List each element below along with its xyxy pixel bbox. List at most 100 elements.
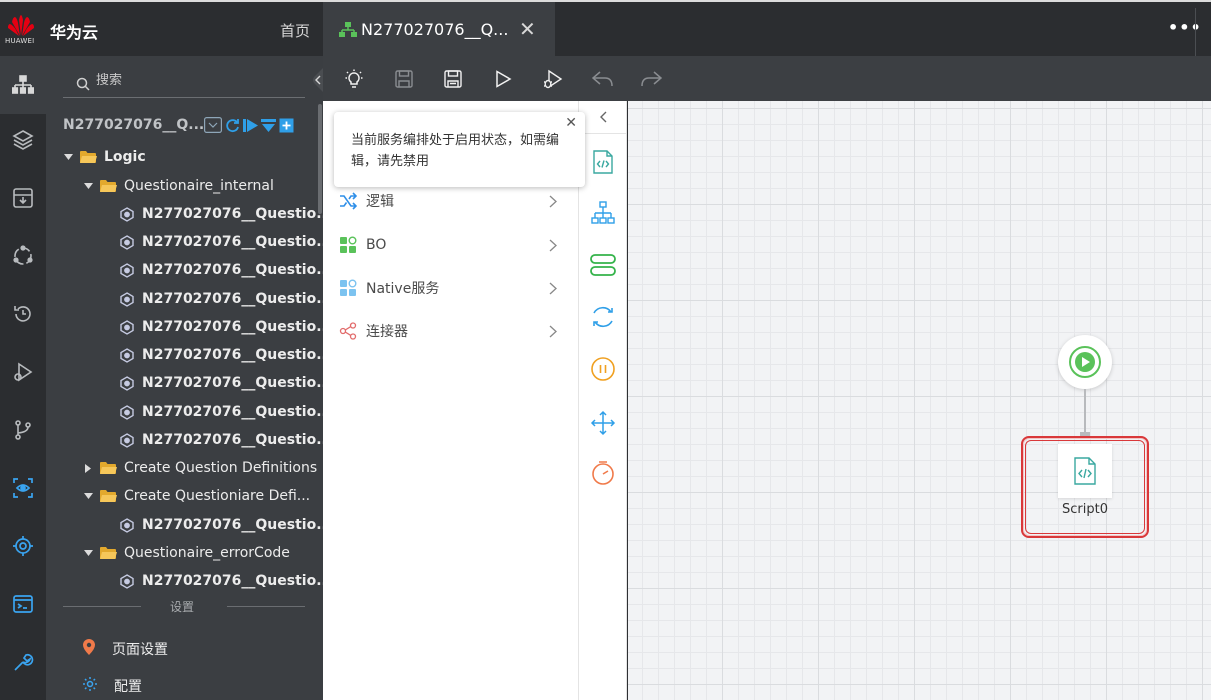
node-strip: [579, 101, 627, 700]
tree-item-flow[interactable]: N277027076__Questio...: [120, 569, 332, 593]
debug-icon[interactable]: [542, 68, 564, 90]
gear-icon: [82, 676, 98, 696]
tree-item-flow[interactable]: N277027076__Questio...: [120, 315, 332, 339]
inbox-download-icon[interactable]: [0, 169, 46, 227]
search-input[interactable]: [96, 73, 296, 88]
home-link[interactable]: 首页: [280, 20, 310, 41]
script-node-label: Script0: [1062, 502, 1108, 517]
caret-down-icon[interactable]: [62, 154, 74, 160]
run-icon[interactable]: [492, 68, 514, 90]
org-tree-icon[interactable]: [590, 200, 616, 226]
flow-hex-icon: [120, 234, 134, 250]
redo-icon[interactable]: [640, 68, 662, 90]
caret-right-icon[interactable]: [82, 463, 94, 473]
add-icon[interactable]: [279, 118, 294, 133]
target-icon[interactable]: [0, 517, 46, 575]
save-as-icon[interactable]: [442, 68, 464, 90]
caret-down-icon[interactable]: [82, 550, 94, 556]
native-blocks-icon: [339, 279, 357, 297]
tooltip-text: 当前服务编排处于启用状态，如需编辑，请先禁用: [351, 133, 560, 169]
script-icon[interactable]: [590, 149, 616, 175]
tree-row-label: N277027076__Questio...: [142, 375, 333, 391]
tree-row-label: N277027076__Questio...: [142, 517, 333, 533]
settings-divider-label: 设置: [170, 600, 195, 614]
lightbulb-icon[interactable]: [343, 68, 365, 90]
tree-item-flow[interactable]: N277027076__Questio...: [120, 400, 332, 424]
undo-icon[interactable]: [592, 68, 614, 90]
top-divider: [1195, 8, 1196, 56]
more-menu-button[interactable]: •••: [1168, 18, 1202, 37]
tree-folder-questionaire-internal[interactable]: Questionaire_internal: [82, 174, 274, 198]
database-icon[interactable]: [590, 252, 616, 278]
palette-item-label: 连接器: [366, 324, 408, 340]
expand-all-icon[interactable]: [261, 118, 276, 133]
tree-row-label: N277027076__Questio...: [142, 432, 333, 448]
wrench-icon[interactable]: [0, 633, 46, 691]
tree-item-flow[interactable]: N277027076__Questio...: [120, 513, 332, 537]
close-icon[interactable]: ✕: [565, 115, 577, 131]
layers-icon[interactable]: [0, 111, 46, 169]
save-icon[interactable]: [393, 68, 415, 90]
palette-item-native-service[interactable]: Native服务: [339, 277, 561, 299]
tree-item-flow[interactable]: N277027076__Questio...: [120, 343, 332, 367]
collapse-panel-button[interactable]: [311, 68, 323, 92]
sitemap-icon[interactable]: [0, 56, 46, 114]
flow-hex-icon: [120, 432, 134, 448]
chevron-right-icon: [549, 280, 557, 299]
tree-row-label: N277027076__Questio...: [142, 291, 333, 307]
flow-connector[interactable]: [1084, 389, 1086, 435]
tree-item-flow[interactable]: N277027076__Questio...: [120, 230, 332, 254]
tree-row-label: N277027076__Questio...: [142, 347, 333, 363]
tree-row-label: N277027076__Questio...: [142, 206, 333, 222]
tab-flow[interactable]: N277027076__Q... ✕: [323, 2, 555, 58]
eye-scan-icon[interactable]: [0, 459, 46, 517]
tree-row-label: N277027076__Questio...: [142, 573, 333, 589]
tree-folder-questionaire-errorcode[interactable]: Questionaire_errorCode: [82, 541, 290, 565]
cycle-nodes-icon[interactable]: [0, 227, 46, 285]
flow-hex-icon: [120, 375, 134, 391]
script-node[interactable]: [1058, 444, 1112, 498]
collapse-strip-button[interactable]: [579, 101, 627, 134]
run-debug-icon[interactable]: [0, 343, 46, 401]
side-rail: [0, 56, 46, 700]
tree-item-flow[interactable]: N277027076__Questio...: [120, 287, 332, 311]
close-icon[interactable]: ✕: [519, 17, 536, 41]
tree-item-flow[interactable]: N277027076__Questio...: [120, 258, 332, 282]
tree-folder-create-question-definitions[interactable]: Create Question Definitions: [82, 456, 317, 480]
play-circle-icon: [1069, 346, 1101, 378]
loop-icon[interactable]: [590, 304, 616, 330]
shuffle-icon: [339, 192, 357, 210]
play-icon[interactable]: [243, 118, 258, 133]
config-item[interactable]: 配置: [82, 676, 142, 696]
map-pin-icon: [82, 638, 96, 660]
palette-item-bo[interactable]: BO: [339, 234, 561, 256]
tree-folder-create-questioniare-definitions[interactable]: Create Questioniare Defi...: [82, 484, 310, 508]
divider-line: [63, 606, 141, 607]
tree-item-flow[interactable]: N277027076__Questio...: [120, 428, 332, 452]
tree-item-flow[interactable]: N277027076__Questio...: [120, 371, 332, 395]
tree-folder-logic[interactable]: Logic: [62, 145, 146, 169]
caret-down-icon[interactable]: [82, 493, 94, 499]
palette-item-logic[interactable]: 逻辑: [339, 190, 561, 212]
pause-icon[interactable]: [590, 356, 616, 382]
flow-hex-icon: [120, 347, 134, 363]
tree-scrollbar[interactable]: [318, 104, 322, 214]
folder-open-icon: [100, 489, 117, 503]
collapse-icon[interactable]: [204, 117, 222, 133]
tree-item-flow[interactable]: N277027076__Questio...: [120, 202, 332, 226]
palette-item-label: Native服务: [366, 281, 440, 297]
branch-icon[interactable]: [0, 401, 46, 459]
flow-canvas[interactable]: [628, 101, 1211, 700]
timer-icon[interactable]: [590, 460, 616, 486]
refresh-icon[interactable]: [225, 118, 240, 133]
huawei-logo-text: HUAWEI: [5, 37, 35, 45]
start-node[interactable]: [1058, 335, 1112, 389]
chevron-right-icon: [549, 323, 557, 342]
history-icon[interactable]: [0, 285, 46, 343]
tree-row-label: N277027076__Questio...: [142, 404, 333, 420]
terminal-icon[interactable]: [0, 575, 46, 633]
caret-down-icon[interactable]: [82, 183, 94, 189]
palette-item-connector[interactable]: 连接器: [339, 320, 561, 342]
page-settings-item[interactable]: 页面设置: [82, 638, 168, 660]
split-arrows-icon[interactable]: [590, 410, 616, 436]
